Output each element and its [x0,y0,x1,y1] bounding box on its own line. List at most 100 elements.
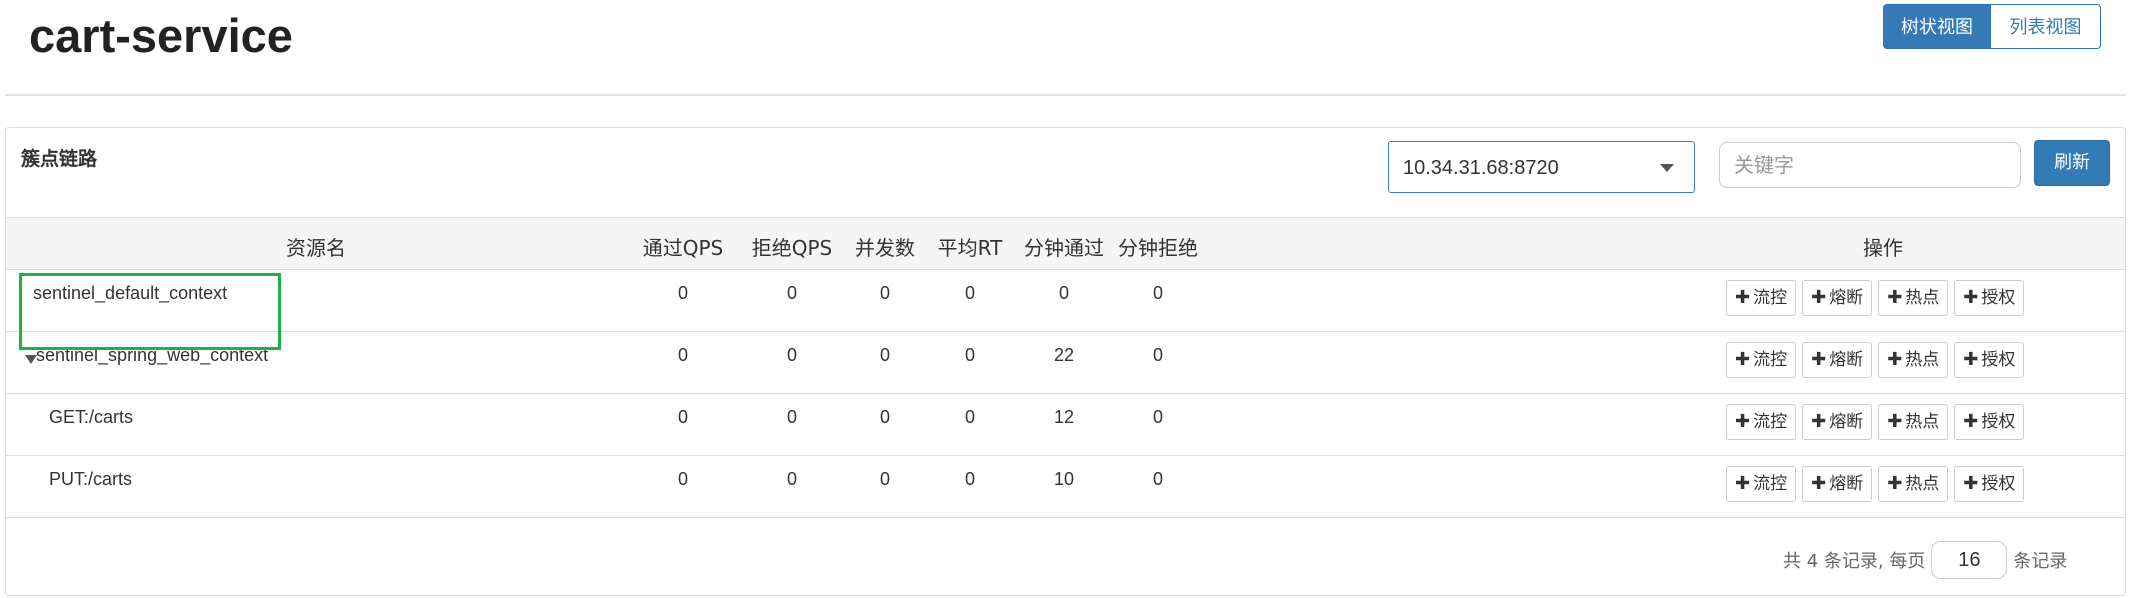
column-header-minute-pass: 分钟通过 [1024,236,1104,260]
column-header-threads: 并发数 [855,236,915,260]
keyword-search-input[interactable] [1719,142,2021,188]
action-label: 熔断 [1829,288,1864,308]
pagination: 共 4 条记录, 每页 条记录 [1783,541,2067,579]
plus-icon: ✚ [1811,349,1827,370]
flow-control-button[interactable]: ✚ 流控 [1726,404,1797,440]
row-actions: ✚ 流控 ✚ 熔断 ✚ 热点 ✚ 授权 [1726,404,2025,440]
avg-rt-cell: 0 [964,345,976,365]
block-qps-cell: 0 [786,407,798,427]
action-label: 热点 [1905,474,1940,494]
list-view-button[interactable]: 列表视图 [1991,4,2101,49]
hotspot-button[interactable]: ✚ 热点 [1878,280,1949,316]
plus-icon: ✚ [1735,473,1751,494]
row-actions: ✚ 流控 ✚ 熔断 ✚ 热点 ✚ 授权 [1726,342,2025,378]
resource-panel: 簇点链路 10.34.31.68:8720 刷新 资源名 通过QPS 拒绝QPS… [5,127,2126,596]
resource-name: sentinel_spring_web_context [36,345,269,365]
column-header-actions: 操作 [1863,236,1903,260]
plus-icon: ✚ [1811,287,1827,308]
threads-cell: 0 [879,469,891,489]
hotspot-button[interactable]: ✚ 热点 [1878,466,1949,502]
resource-name: GET:/carts [49,407,134,427]
pass-qps-cell: 0 [677,469,689,489]
row-actions: ✚ 流控 ✚ 熔断 ✚ 热点 ✚ 授权 [1726,280,2025,316]
threads-cell: 0 [879,345,891,365]
authority-button[interactable]: ✚ 授权 [1954,280,2025,316]
page-title: cart-service [29,9,293,62]
plus-icon: ✚ [1887,287,1903,308]
plus-icon: ✚ [1887,411,1903,432]
block-qps-cell: 0 [786,283,798,303]
pagination-suffix: 条记录 [2013,551,2068,572]
plus-icon: ✚ [1963,287,1979,308]
header-divider [5,94,2126,96]
pass-qps-cell: 0 [677,283,689,303]
pass-qps-cell: 0 [677,407,689,427]
chevron-down-icon [1660,164,1674,172]
column-header-avg-rt: 平均RT [937,236,1003,260]
refresh-button[interactable]: 刷新 [2034,140,2110,186]
circuit-breaker-button[interactable]: ✚ 熔断 [1802,404,1873,440]
resource-table: 资源名 通过QPS 拒绝QPS 并发数 平均RT 分钟通过 分钟拒绝 操作 se… [6,217,2125,518]
avg-rt-cell: 0 [964,283,976,303]
action-label: 授权 [1981,474,2016,494]
table-row: sentinel_default_context 0 0 0 0 0 0 ✚ 流控 ✚ 熔断 ✚ 热点 ✚… [6,270,2125,332]
authority-button[interactable]: ✚ 授权 [1954,404,2025,440]
minute-pass-cell: 0 [1058,283,1070,303]
flow-control-button[interactable]: ✚ 流控 [1726,342,1797,378]
minute-block-cell: 0 [1152,345,1164,365]
plus-icon: ✚ [1811,411,1827,432]
action-label: 热点 [1905,350,1940,370]
view-toggle: 树状视图 列表视图 [1883,4,2101,49]
plus-icon: ✚ [1887,349,1903,370]
plus-icon: ✚ [1735,287,1751,308]
tree-view-button[interactable]: 树状视图 [1883,4,1991,49]
minute-pass-cell: 10 [1053,469,1075,489]
action-label: 熔断 [1829,350,1864,370]
page-size-input[interactable] [1931,541,2008,579]
block-qps-cell: 0 [786,345,798,365]
pass-qps-cell: 0 [677,345,689,365]
plus-icon: ✚ [1887,473,1903,494]
panel-title: 簇点链路 [21,148,98,170]
action-label: 授权 [1981,288,2016,308]
block-qps-cell: 0 [786,469,798,489]
hotspot-button[interactable]: ✚ 热点 [1878,342,1949,378]
authority-button[interactable]: ✚ 授权 [1954,466,2025,502]
plus-icon: ✚ [1735,411,1751,432]
plus-icon: ✚ [1963,411,1979,432]
flow-control-button[interactable]: ✚ 流控 [1726,466,1797,502]
action-label: 熔断 [1829,474,1864,494]
minute-pass-cell: 12 [1053,407,1075,427]
plus-icon: ✚ [1735,349,1751,370]
action-label: 热点 [1905,288,1940,308]
flow-control-button[interactable]: ✚ 流控 [1726,280,1797,316]
action-label: 流控 [1753,288,1788,308]
action-label: 授权 [1981,412,2016,432]
circuit-breaker-button[interactable]: ✚ 熔断 [1802,280,1873,316]
hotspot-button[interactable]: ✚ 热点 [1878,404,1949,440]
column-header-block-qps: 拒绝QPS [751,236,833,260]
plus-icon: ✚ [1811,473,1827,494]
machine-select[interactable]: 10.34.31.68:8720 [1388,141,1695,193]
minute-block-cell: 0 [1152,407,1164,427]
row-actions: ✚ 流控 ✚ 熔断 ✚ 热点 ✚ 授权 [1726,466,2025,502]
column-header-resource: 资源名 [286,236,346,260]
pagination-prefix: 共 4 条记录, 每页 [1783,551,1926,572]
table-header: 资源名 通过QPS 拒绝QPS 并发数 平均RT 分钟通过 分钟拒绝 操作 [6,217,2125,270]
circuit-breaker-button[interactable]: ✚ 熔断 [1802,466,1873,502]
avg-rt-cell: 0 [964,407,976,427]
threads-cell: 0 [879,407,891,427]
minute-pass-cell: 22 [1053,345,1075,365]
authority-button[interactable]: ✚ 授权 [1954,342,2025,378]
plus-icon: ✚ [1963,473,1979,494]
action-label: 熔断 [1829,412,1864,432]
avg-rt-cell: 0 [964,469,976,489]
minute-block-cell: 0 [1152,283,1164,303]
minute-block-cell: 0 [1152,469,1164,489]
column-header-pass-qps: 通过QPS [642,236,724,260]
column-header-minute-block: 分钟拒绝 [1118,236,1198,260]
table-row: PUT:/carts 0 0 0 0 10 0 ✚ 流控 ✚ 熔断 ✚ 热点 ✚ 授权 [6,456,2125,518]
action-label: 热点 [1905,412,1940,432]
circuit-breaker-button[interactable]: ✚ 熔断 [1802,342,1873,378]
threads-cell: 0 [879,283,891,303]
